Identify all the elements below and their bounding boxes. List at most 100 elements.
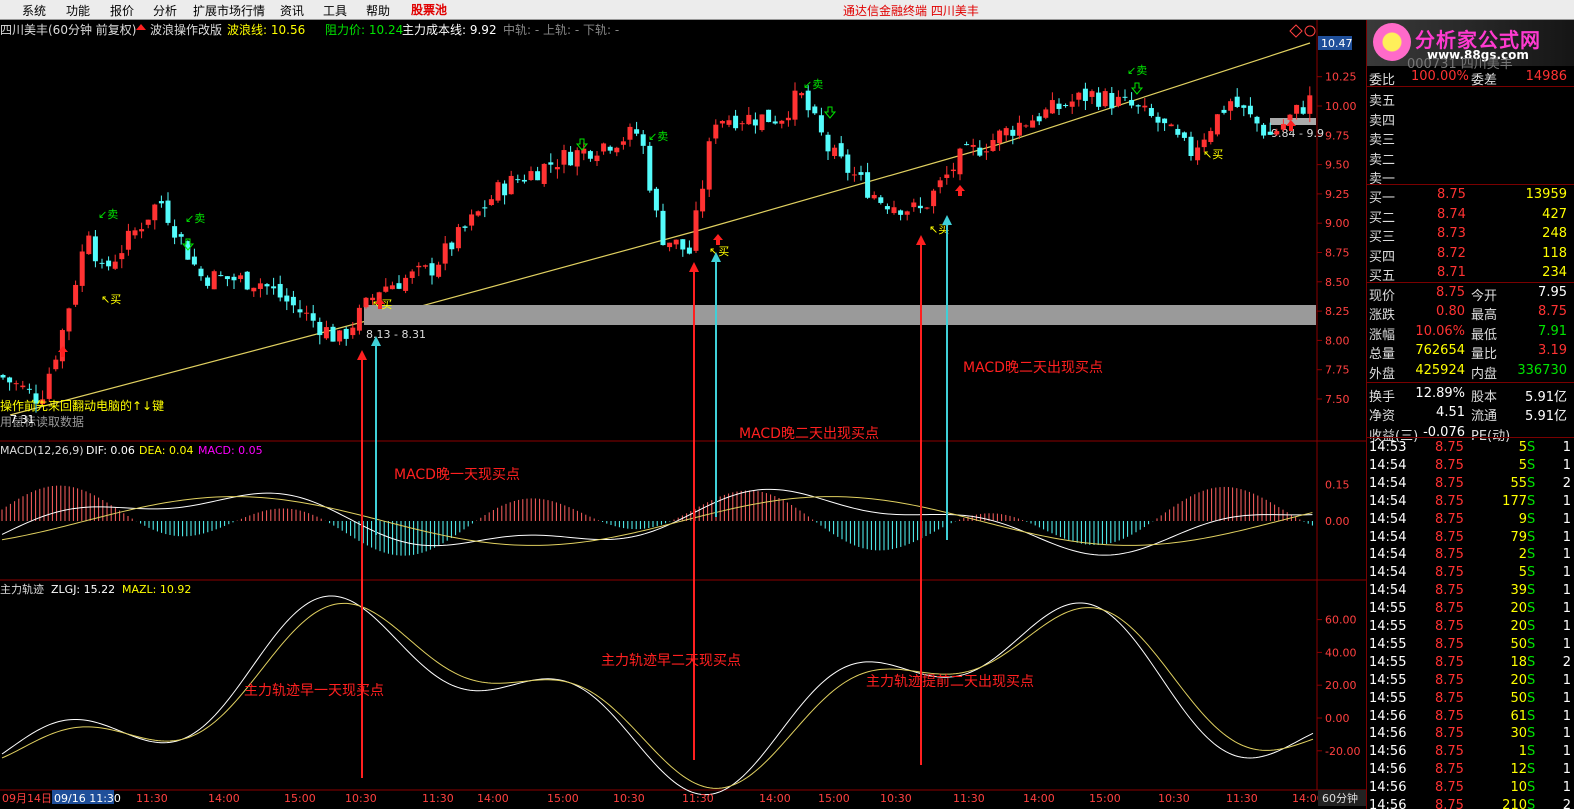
tick-volume: 5 (1518, 457, 1527, 473)
tick-price: 8.75 (1435, 744, 1464, 760)
tick-price: 8.75 (1435, 619, 1464, 634)
tick-volume: 20 (1510, 672, 1527, 688)
menu-item-7[interactable]: 帮助 (366, 2, 390, 19)
sell-level: 卖三 (1367, 128, 1574, 148)
price-tick: 10.25 (1325, 71, 1357, 84)
time-label: 14:00 (759, 792, 791, 805)
candle-body (363, 297, 369, 308)
time-label: 09/16 11:30 (54, 792, 121, 805)
tick-time: 14:54 (1369, 529, 1407, 545)
price-tick: 9.50 (1325, 159, 1350, 172)
candle-body (271, 286, 277, 289)
candle-body (944, 174, 950, 178)
candle-body (139, 229, 145, 232)
tick-row: 14:55 8.75 20 S 1 (1367, 618, 1574, 636)
candle-body (1036, 116, 1042, 122)
candle-body (409, 271, 415, 278)
macd-dea: DEA: 0.04 (139, 444, 193, 457)
tick-side: S (1527, 726, 1536, 742)
time-label: 14:00 (477, 792, 509, 805)
menu-item-0[interactable]: 系统 (22, 2, 46, 19)
candle-body (152, 204, 158, 221)
candle-body (1109, 92, 1115, 109)
stock-pool-menu[interactable]: 股票池 (411, 1, 447, 18)
annot-zlgj-1: 主力轨迹早一天现买点 (244, 683, 384, 699)
candle-body (535, 171, 541, 181)
candle-body (343, 328, 349, 339)
candle-body (1221, 109, 1227, 113)
tick-volume: 39 (1510, 583, 1527, 599)
candle-body (284, 295, 290, 302)
candle-body (733, 115, 739, 129)
candle-body (917, 205, 923, 209)
tick-count: 1 (1562, 690, 1571, 706)
tick-time: 14:54 (1369, 547, 1407, 563)
sell-level-name: 卖五 (1369, 94, 1396, 109)
time-label: 09月14日 (2, 792, 52, 805)
candle-body (1115, 96, 1121, 107)
candle-body (178, 234, 184, 237)
candle-body (1188, 136, 1194, 156)
candle-body (838, 143, 844, 157)
candle-body (73, 284, 79, 305)
tick-side: S (1527, 601, 1536, 617)
tick-volume: 79 (1510, 529, 1527, 545)
candle-body (1247, 105, 1253, 115)
tick-volume: 1 (1518, 744, 1527, 760)
sell-level-name: 卖四 (1369, 113, 1396, 129)
candle-body (350, 327, 356, 336)
stat-label: 总量 (1369, 347, 1396, 363)
candle-body (1261, 124, 1267, 136)
menu-item-2[interactable]: 报价 (110, 2, 134, 19)
tick-time: 14:53 (1369, 440, 1407, 455)
candle-body (568, 151, 574, 166)
candle-body (416, 265, 422, 268)
chart-area[interactable]: 10.25 10.00 9.75 9.50 9.25 9.00 8.75 8.50 8.25 8.… (0, 20, 1366, 809)
candle-body (297, 309, 303, 313)
macd-dif: DIF: 0.06 (86, 444, 135, 457)
tick-price: 8.75 (1435, 547, 1464, 563)
menu-item-3[interactable]: 分析 (153, 2, 177, 19)
buy-level-volume: 427 (1542, 206, 1567, 222)
time-label: 11:30 (1226, 792, 1258, 805)
candle-body (904, 211, 910, 215)
candle-body (1267, 131, 1273, 135)
menu-item-6[interactable]: 工具 (323, 2, 347, 19)
tick-side: S (1527, 708, 1536, 724)
tick-volume: 30 (1510, 726, 1527, 742)
candle-body (653, 188, 659, 211)
candle-body (541, 163, 547, 184)
candle-body (1300, 107, 1306, 114)
menu-item-1[interactable]: 功能 (66, 2, 90, 19)
current-price-tag: 10.47 (1321, 37, 1353, 50)
stat-value-2: 7.91 (1538, 323, 1567, 339)
candle-body (469, 214, 475, 226)
time-label: 14:00 (208, 792, 240, 805)
candle-body (1102, 91, 1108, 107)
candle-body (1030, 120, 1036, 128)
candle-body (1096, 92, 1102, 107)
candle-body (1162, 118, 1168, 124)
wave-line-value: 波浪线: 10.56 (227, 22, 305, 37)
candle-body (647, 145, 653, 191)
tick-count: 2 (1562, 654, 1571, 670)
candle-body (383, 286, 389, 292)
tick-side: S (1527, 636, 1536, 652)
tick-count: 1 (1562, 780, 1571, 796)
candle-body (79, 251, 85, 286)
tick-volume: 18 (1510, 654, 1527, 670)
candle-body (1076, 92, 1082, 100)
stat-value: 0.80 (1436, 304, 1465, 320)
divider (1367, 86, 1574, 87)
menu-item-4[interactable]: 扩展市场行情 (193, 2, 265, 19)
time-label: 11:30 (682, 792, 714, 805)
sell-level: 卖四 (1367, 109, 1574, 129)
macd-title: MACD(12,26,9) (0, 444, 84, 457)
tick-price: 8.75 (1435, 601, 1464, 617)
price-tick: 9.25 (1325, 188, 1350, 201)
time-label: 10:30 (880, 792, 912, 805)
tick-price: 8.75 (1435, 529, 1464, 545)
menu-item-5[interactable]: 资讯 (280, 2, 304, 19)
sell-level: 卖五 (1367, 89, 1574, 109)
buy-level-price: 8.74 (1437, 206, 1466, 222)
